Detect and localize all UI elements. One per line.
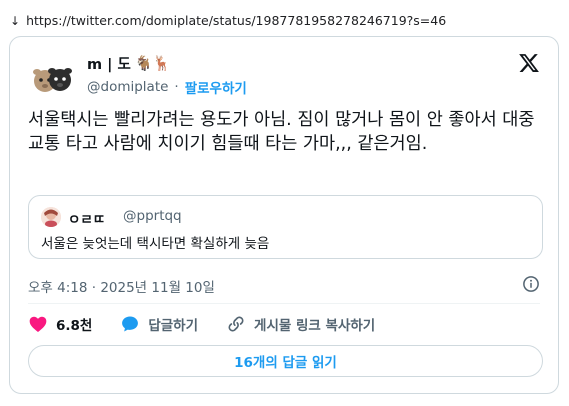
divider [28,303,540,304]
reply-label: 답글하기 [148,318,199,334]
quote-author-name: ㅇㄹㄸ [68,212,106,228]
author-name[interactable]: m | 도 🐐🦌 [87,53,171,74]
separator-dot: · [174,79,179,95]
copy-link-button[interactable]: 게시물 링크 복사하기 [226,314,375,334]
read-replies-button[interactable]: 16개의 답글 읽기 [28,345,543,377]
like-button[interactable]: 6.8천 [28,314,92,334]
follow-button[interactable]: 팔로우하기 [185,77,247,97]
x-logo-icon[interactable] [518,52,540,74]
url-bar[interactable]: ↓ https://twitter.com/domiplate/status/1… [10,13,446,28]
speech-bubble-icon [122,316,139,332]
reply-button[interactable]: 답글하기 [120,314,198,334]
arrow-down-icon: ↓ [10,13,21,28]
read-replies-label: 16개의 답글 읽기 [234,355,337,371]
like-count: 6.8천 [56,318,93,334]
tweet-card: m | 도 🐐🦌 @domiplate · 팔로우하기 서울택시는 빨리가려는 … [9,36,559,394]
share-label: 게시물 링크 복사하기 [254,318,376,334]
avatar[interactable] [28,53,76,101]
quote-avatar [41,207,61,227]
info-icon[interactable] [522,275,540,293]
action-bar: 6.8천 답글하기 게시물 링크 복사하기 [28,314,403,334]
link-icon [228,316,244,332]
quote-author-handle: @pprtqq [123,208,182,224]
heart-icon [29,316,47,332]
timestamp[interactable]: 오후 4:18 · 2025년 11월 10일 [28,276,215,296]
author-handle[interactable]: @domiplate [87,79,168,95]
author-handle-row: @domiplate · 팔로우하기 [87,77,247,97]
quote-text: 서울은 늦엇는데 택시타면 확실하게 늦음 [41,236,270,252]
goat-deer-emoji: 🐐🦌 [134,56,171,72]
tweet-text: 서울택시는 빨리가려는 용도가 아님. 짐이 많거나 몸이 안 좋아서 대중교통… [28,110,535,154]
quoted-tweet[interactable]: ㅇㄹㄸ @pprtqq 서울은 늦엇는데 택시타면 확실하게 늦음 [28,195,543,259]
url-text: https://twitter.com/domiplate/status/198… [26,13,447,28]
